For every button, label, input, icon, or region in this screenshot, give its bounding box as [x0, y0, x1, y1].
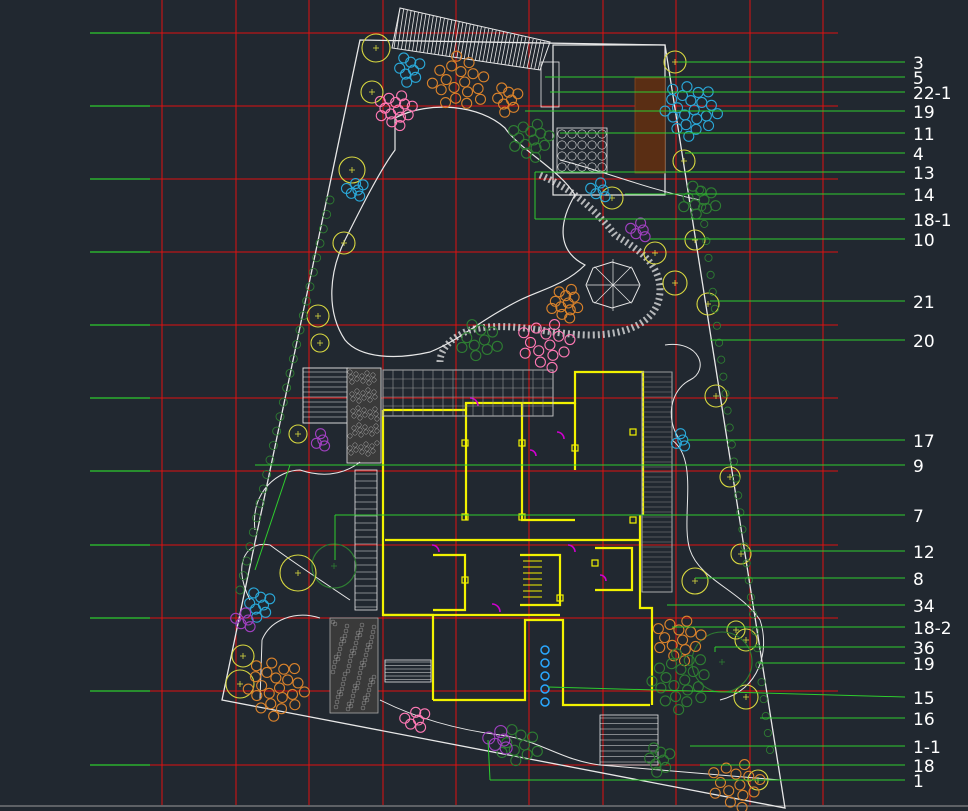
- callout-label-20: 20: [913, 332, 935, 352]
- callout-label-19: 19: [913, 655, 935, 675]
- callout-label-19: 19: [913, 103, 935, 123]
- callout-label-11: 11: [913, 125, 935, 145]
- callout-label-22-1: 22-1: [913, 84, 952, 104]
- callout-label-1-1: 1-1: [913, 738, 941, 758]
- callout-label-12: 12: [913, 543, 935, 563]
- callout-label-10: 10: [913, 231, 935, 251]
- callout-label-15: 15: [913, 689, 935, 709]
- callout-label-34: 34: [913, 597, 935, 617]
- callout-label-4: 4: [913, 145, 924, 165]
- callout-label-16: 16: [913, 710, 935, 730]
- cad-drawing: 3522-119114131418-110212017971283418-236…: [0, 0, 968, 811]
- callout-label-14: 14: [913, 186, 935, 206]
- callout-label-7: 7: [913, 507, 924, 527]
- callout-label-1: 1: [913, 772, 924, 792]
- callout-label-9: 9: [913, 457, 924, 477]
- callout-label-17: 17: [913, 432, 935, 452]
- callout-label-8: 8: [913, 570, 924, 590]
- callout-label-18-2: 18-2: [913, 619, 952, 639]
- callout-label-21: 21: [913, 293, 935, 313]
- callout-label-13: 13: [913, 164, 935, 184]
- callout-label-18-1: 18-1: [913, 211, 952, 231]
